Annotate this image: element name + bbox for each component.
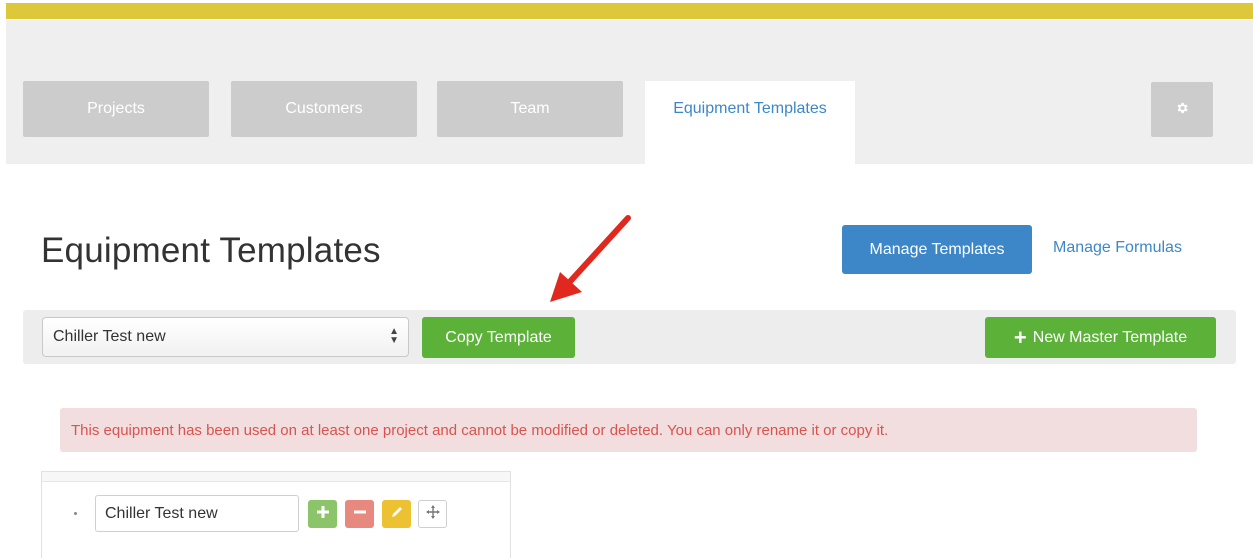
gear-icon (1175, 100, 1189, 120)
tab-projects[interactable]: Projects (23, 81, 209, 137)
template-tree-panel: Chiller Test new (41, 471, 511, 558)
move-icon (425, 504, 440, 524)
manage-templates-button[interactable]: Manage Templates (842, 225, 1032, 274)
template-toolbar: Chiller Test new ▲ ▼ Copy Template + New … (23, 310, 1236, 364)
tab-team[interactable]: Team (437, 81, 623, 137)
tree-bullet-icon (74, 512, 77, 515)
brand-stripe (6, 3, 1253, 19)
template-select-value: Chiller Test new (53, 328, 166, 345)
annotation-arrow (550, 215, 631, 302)
tree-panel-header (42, 472, 510, 482)
top-stripe (0, 0, 1253, 20)
tab-equipment-templates[interactable]: Equipment Templates (645, 81, 855, 164)
template-select[interactable]: Chiller Test new ▲ ▼ (42, 317, 409, 357)
plus-icon (316, 505, 330, 524)
tree-node-name: Chiller Test new (105, 504, 218, 522)
edit-node-button[interactable] (382, 500, 411, 528)
settings-button[interactable] (1151, 82, 1213, 137)
pencil-icon (390, 505, 404, 524)
minus-icon (353, 505, 367, 524)
main-nav: Projects Customers Team Equipment Templa… (6, 20, 1253, 164)
plus-icon: + (1013, 324, 1027, 350)
alert-message: This equipment has been used on at least… (71, 421, 889, 439)
add-node-button[interactable] (308, 500, 337, 528)
select-updown-icon: ▲ ▼ (389, 326, 399, 346)
remove-node-button[interactable] (345, 500, 374, 528)
tab-customers[interactable]: Customers (231, 81, 417, 137)
move-node-button[interactable] (418, 500, 447, 528)
new-master-template-label: New Master Template (1032, 328, 1188, 346)
copy-template-button[interactable]: Copy Template (422, 317, 575, 358)
new-master-template-button[interactable]: + New Master Template (985, 317, 1216, 358)
tree-node-name-input[interactable]: Chiller Test new (95, 495, 299, 532)
manage-formulas-link[interactable]: Manage Formulas (1053, 239, 1182, 257)
page-title: Equipment Templates (41, 231, 381, 270)
error-alert: This equipment has been used on at least… (60, 408, 1197, 452)
